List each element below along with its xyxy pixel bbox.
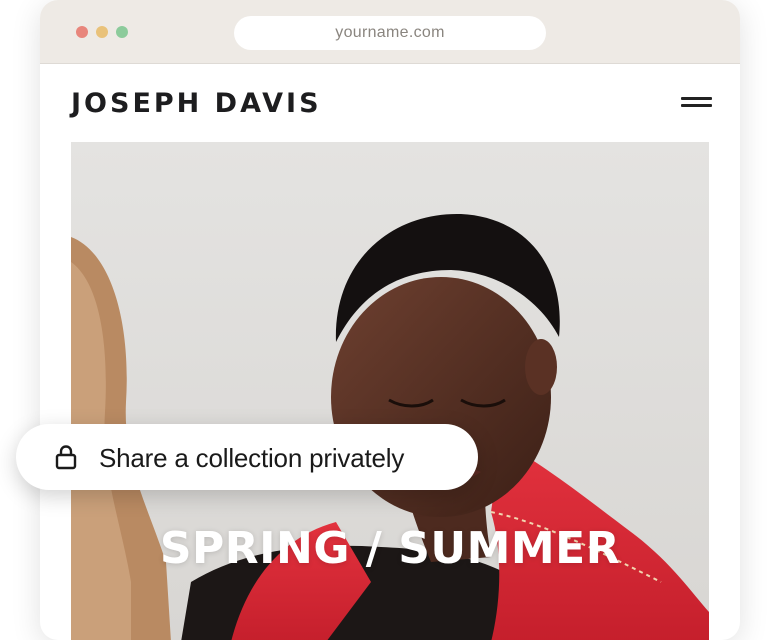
- window-close-button[interactable]: [76, 26, 88, 38]
- site-brand-logo[interactable]: JOSEPH DAVIS: [71, 88, 322, 119]
- lock-icon: [55, 445, 77, 470]
- address-bar-url: yourname.com: [335, 24, 445, 41]
- share-collection-label: Share a collection privately: [99, 443, 405, 473]
- share-collection-button[interactable]: Share a collection privately: [16, 424, 478, 490]
- hero-title: SPRING / SUMMER: [159, 523, 621, 574]
- browser-titlebar: yourname.com: [40, 0, 740, 64]
- hero-banner[interactable]: SPRING / SUMMER: [71, 142, 709, 640]
- window-maximize-button[interactable]: [116, 26, 128, 38]
- hamburger-menu-icon[interactable]: [681, 95, 712, 111]
- address-bar[interactable]: yourname.com: [234, 16, 546, 50]
- browser-window: yourname.com JOSEPH DAVIS SPRING / SUMME…: [40, 0, 740, 640]
- window-minimize-button[interactable]: [96, 26, 108, 38]
